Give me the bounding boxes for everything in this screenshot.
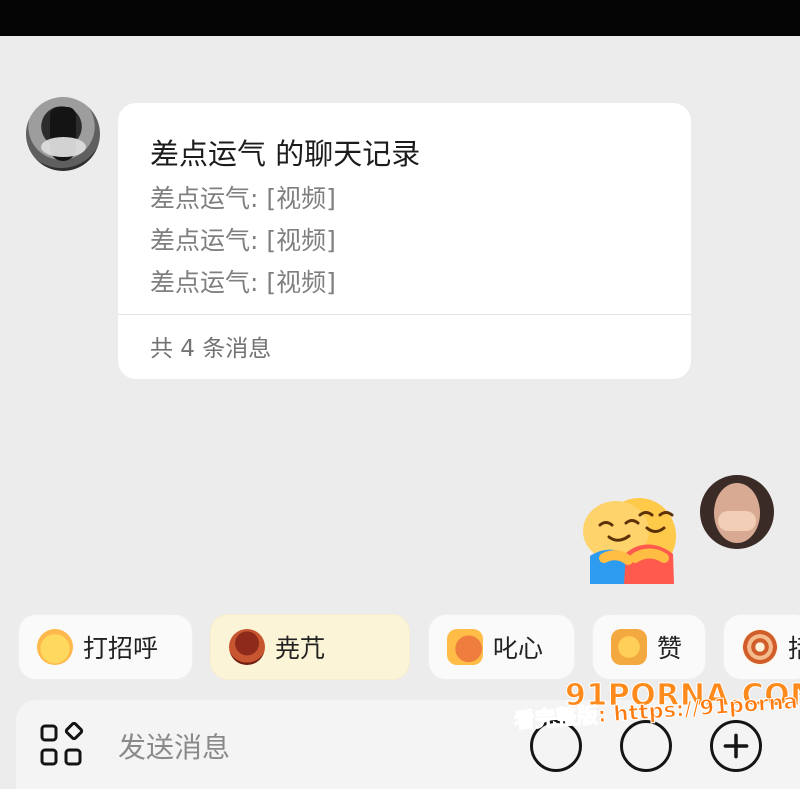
- emoji-icon[interactable]: [620, 720, 672, 772]
- quick-reply-chip[interactable]: 打招呼: [18, 614, 193, 680]
- status-bar: [0, 0, 800, 36]
- quick-reply-chip[interactable]: 赞: [592, 614, 706, 680]
- message-input[interactable]: 发送消息: [118, 726, 230, 766]
- sender-avatar[interactable]: [26, 97, 100, 171]
- apps-icon[interactable]: [38, 722, 84, 768]
- timestamp: [370, 36, 430, 52]
- quick-reply-label: 括: [788, 629, 800, 665]
- chat-record-count: 共 4 条消息: [150, 336, 272, 362]
- smile-hug-icon: [37, 629, 73, 665]
- quick-reply-label: 尭芁: [275, 634, 326, 663]
- quick-reply-label: 打招呼: [83, 634, 159, 663]
- angry-face-icon: [229, 629, 265, 665]
- timestamp: [372, 412, 428, 438]
- thumbs-up-icon: [611, 629, 647, 665]
- quick-reply-chip[interactable]: 括: [723, 614, 800, 680]
- chat-record-card[interactable]: 差点运气 的聊天记录 差点运气: [视频] 差点运气: [视频] 差点运气: […: [118, 103, 691, 379]
- chat-record-title: 差点运气 的聊天记录: [150, 137, 421, 171]
- chat-record-line: 差点运气: [视频]: [150, 226, 336, 255]
- spiral-icon: [742, 629, 778, 665]
- self-avatar[interactable]: [700, 475, 774, 549]
- quick-reply-label: 叱心: [493, 634, 544, 663]
- plus-icon[interactable]: [710, 720, 762, 772]
- chat-record-line: 差点运气: [视频]: [150, 184, 336, 213]
- quick-reply-bar: 打招呼 尭芁 叱心 赞 括: [18, 614, 800, 682]
- chat-record-divider: [118, 314, 691, 315]
- quick-reply-chip[interactable]: 叱心: [428, 614, 575, 680]
- hugging-emoji-icon[interactable]: [582, 488, 684, 584]
- chat-record-line: 差点运气: [视频]: [150, 268, 336, 297]
- heart-hands-icon: [447, 629, 483, 665]
- quick-reply-label: 赞: [657, 634, 683, 663]
- quick-reply-chip[interactable]: 尭芁: [210, 614, 410, 680]
